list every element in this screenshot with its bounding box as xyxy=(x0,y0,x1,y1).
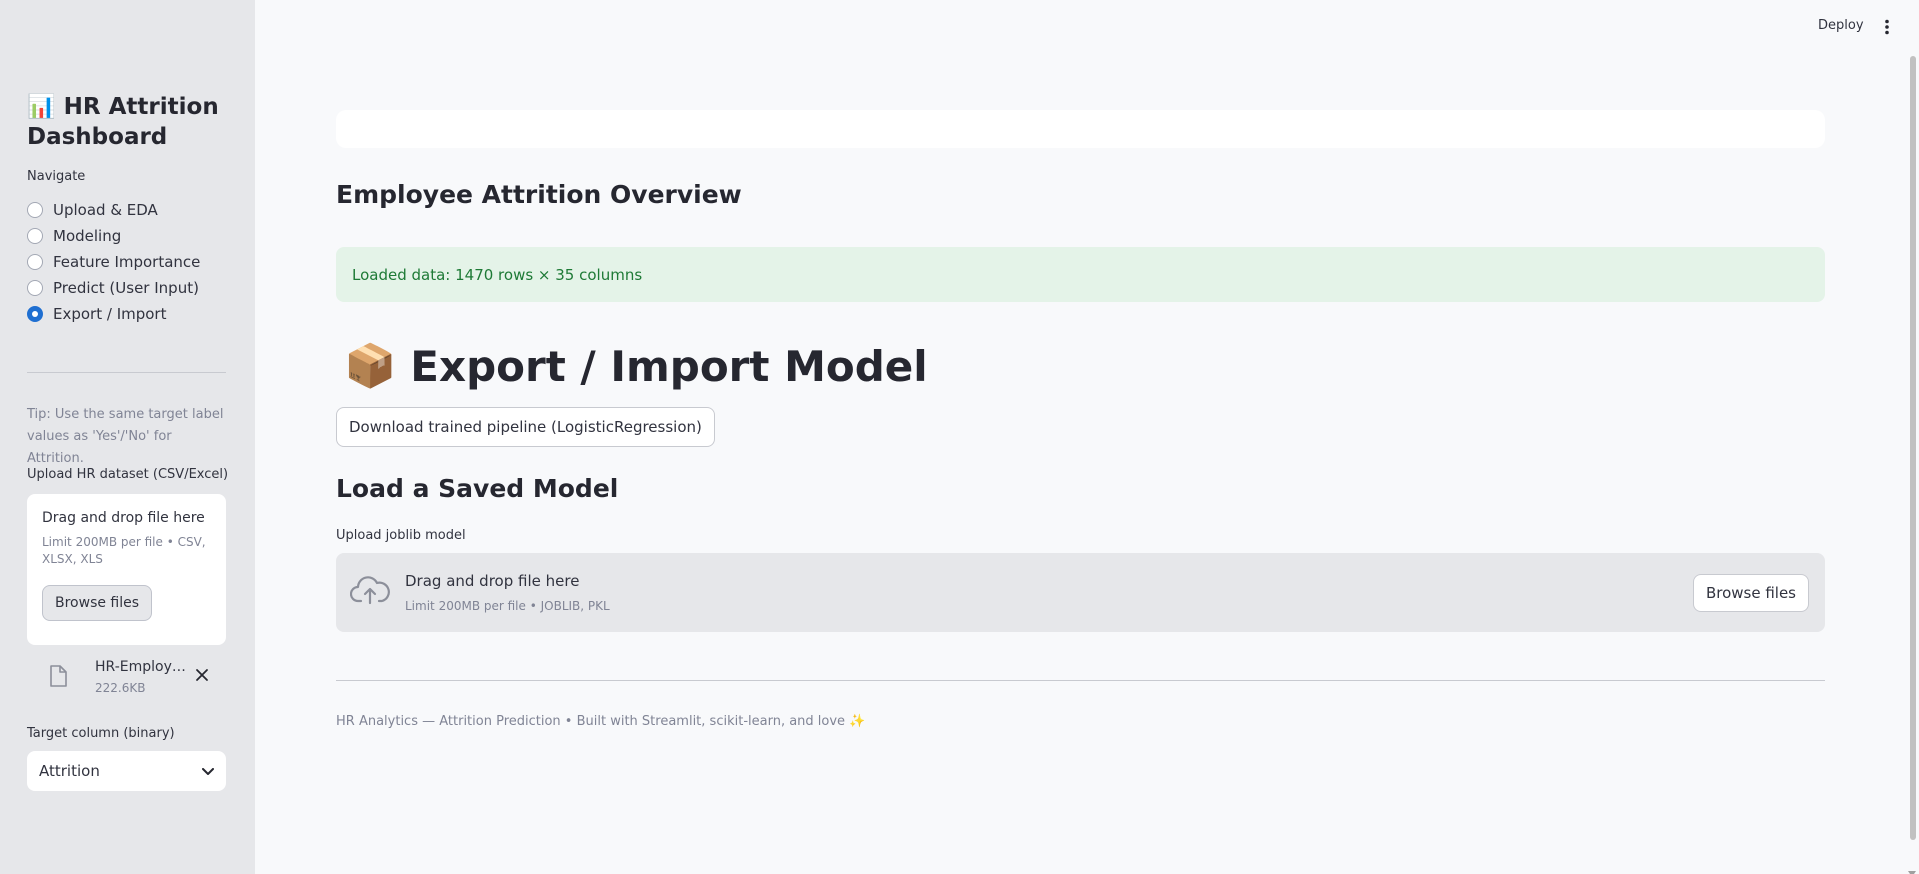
empty-container xyxy=(336,110,1825,148)
upload-dataset-label: Upload HR dataset (CSV/Excel) xyxy=(27,467,229,482)
nav-item-label: Predict (User Input) xyxy=(53,279,199,297)
nav-item-label: Export / Import xyxy=(53,305,167,323)
dropzone-title: Drag and drop file here xyxy=(405,572,580,590)
download-pipeline-button[interactable]: Download trained pipeline (LogisticRegre… xyxy=(336,407,715,447)
footer-text: HR Analytics — Attrition Prediction • Bu… xyxy=(336,714,866,729)
nav-item-export-import[interactable]: Export / Import xyxy=(27,301,200,327)
export-import-heading: 📦 Export / Import Model xyxy=(336,338,928,394)
select-value: Attrition xyxy=(39,762,100,780)
nav-item-modeling[interactable]: Modeling xyxy=(27,223,200,249)
chevron-down-icon xyxy=(202,762,214,780)
package-icon: 📦 xyxy=(344,341,397,390)
close-icon[interactable] xyxy=(195,667,209,686)
dropzone-limit: Limit 200MB per file • JOBLIB, PKL xyxy=(405,599,610,613)
radio-button[interactable] xyxy=(27,280,43,296)
nav-label: Navigate xyxy=(27,169,86,184)
file-size: 222.6KB xyxy=(95,681,146,695)
sidebar: 📊 HR Attrition Dashboard Navigate Upload… xyxy=(0,0,255,874)
dropzone-title: Drag and drop file here xyxy=(42,510,205,526)
model-dropzone[interactable]: Drag and drop file here Limit 200MB per … xyxy=(336,553,1825,632)
radio-button[interactable] xyxy=(27,254,43,270)
file-name: HR-Employee-Attrition.csv xyxy=(95,659,190,675)
nav-radio-group: Upload & EDA Modeling Feature Importance… xyxy=(27,197,200,327)
file-icon xyxy=(49,665,67,691)
bar-chart-icon: 📊 xyxy=(27,94,56,120)
uploaded-file: HR-Employee-Attrition.csv 222.6KB xyxy=(27,655,226,705)
upload-joblib-label: Upload joblib model xyxy=(336,528,466,543)
nav-item-predict[interactable]: Predict (User Input) xyxy=(27,275,200,301)
browse-files-button[interactable]: Browse files xyxy=(1692,574,1809,612)
deploy-button[interactable]: Deploy xyxy=(1818,18,1864,33)
target-column-select[interactable]: Attrition xyxy=(27,751,226,791)
more-menu-icon[interactable] xyxy=(1884,19,1890,39)
cloud-upload-icon xyxy=(349,575,390,609)
radio-button[interactable] xyxy=(27,202,43,218)
target-column-label: Target column (binary) xyxy=(27,726,175,741)
nav-item-label: Upload & EDA xyxy=(53,201,158,219)
scrollbar-thumb[interactable] xyxy=(1910,56,1916,840)
scroll-down-arrow-icon[interactable] xyxy=(1908,862,1916,874)
footer-divider xyxy=(336,680,1825,681)
dropzone-limit: Limit 200MB per file • CSV, XLSX, XLS xyxy=(42,535,206,566)
success-alert: Loaded data: 1470 rows × 35 columns xyxy=(336,247,1825,302)
export-import-title: Export / Import Model xyxy=(410,341,928,391)
sidebar-title: 📊 HR Attrition Dashboard xyxy=(27,92,237,152)
browse-files-button[interactable]: Browse files xyxy=(42,585,153,621)
nav-item-feature-importance[interactable]: Feature Importance xyxy=(27,249,200,275)
sidebar-title-text: HR Attrition Dashboard xyxy=(27,94,219,150)
dataset-dropzone[interactable]: Drag and drop file here Limit 200MB per … xyxy=(27,494,226,645)
sidebar-divider xyxy=(27,372,226,373)
tip-text: Tip: Use the same target label values as… xyxy=(27,407,224,466)
success-message: Loaded data: 1470 rows × 35 columns xyxy=(352,265,643,284)
radio-button-selected[interactable] xyxy=(27,306,43,322)
load-model-heading: Load a Saved Model xyxy=(336,474,619,503)
radio-button[interactable] xyxy=(27,228,43,244)
overview-heading: Employee Attrition Overview xyxy=(336,180,742,209)
nav-item-label: Feature Importance xyxy=(53,253,201,271)
nav-item-label: Modeling xyxy=(53,227,122,245)
scrollbar[interactable] xyxy=(1905,0,1919,874)
nav-item-upload-eda[interactable]: Upload & EDA xyxy=(27,197,200,223)
